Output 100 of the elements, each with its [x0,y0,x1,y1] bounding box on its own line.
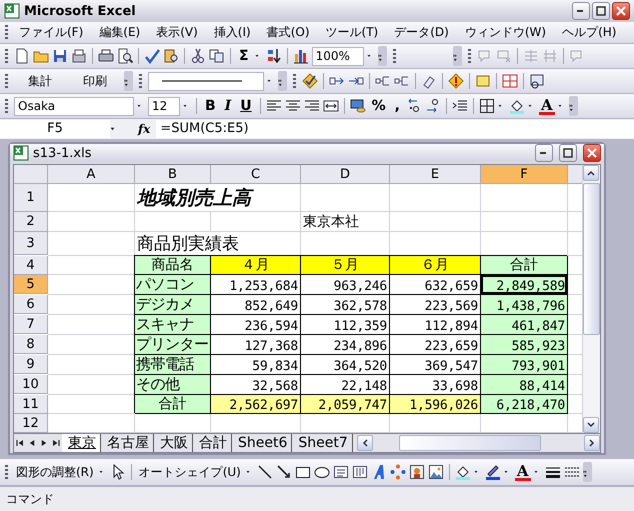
toolbar-options-button[interactable] [378,46,387,66]
new-document-icon[interactable] [14,48,30,64]
column-header[interactable]: C [211,165,301,184]
save-icon[interactable] [52,48,68,64]
text-style-button[interactable]: U [237,98,255,114]
menu-item[interactable]: ツール(T) [318,22,386,43]
menu-item[interactable]: 挿入(I) [206,22,259,43]
font-color-button[interactable]: A [514,464,530,480]
row-header[interactable]: 4 [14,256,48,275]
scrollbar-thumb[interactable] [583,183,600,335]
horizontal-scrollbar[interactable] [356,435,600,451]
document-stack-icon[interactable] [71,48,87,64]
autosum-button[interactable]: Σ [236,48,252,64]
menu-item[interactable]: ファイル(F) [11,22,92,43]
diagram-icon[interactable] [390,464,406,480]
menu-item[interactable]: 書式(O) [258,22,318,43]
minimize-button[interactable] [572,2,590,20]
toolbar-options-button[interactable] [278,71,287,91]
sheet-tab[interactable]: Sheet6 [232,434,292,452]
oval-icon[interactable] [314,464,330,480]
row-header[interactable]: 11 [14,395,48,414]
vertical-text-box-icon[interactable] [352,464,368,480]
percent-button[interactable]: % [368,98,389,114]
name-box[interactable]: F5 [0,120,110,138]
spreadsheet-icon[interactable] [13,145,29,161]
scroll-left-button[interactable] [356,435,373,451]
row-header[interactable]: 1 [14,184,48,212]
row-header[interactable]: 3 [14,232,48,255]
column-header[interactable]: F [481,165,568,184]
scrollbar-thumb[interactable] [398,435,541,451]
zoom-box[interactable]: 100% [312,46,364,66]
insert-function-button[interactable]: fx [138,122,150,136]
sheet-tab[interactable]: 大阪 [154,434,193,452]
spreadsheet-icon[interactable] [4,3,20,19]
watch-window-icon[interactable] [529,73,545,89]
copy-icon[interactable] [209,48,225,64]
line-icon[interactable] [256,464,273,480]
toolbar-button[interactable]: 印刷 [69,70,121,92]
printer-icon[interactable] [98,48,114,64]
formula-field[interactable]: =SUM(C5:E5) [156,120,634,138]
sheet-tab[interactable]: 合計 [193,434,232,452]
menu-item[interactable]: 表示(V) [148,22,206,43]
maximize-button[interactable] [592,2,610,20]
text-style-button[interactable]: I [222,98,234,114]
row-header[interactable]: 7 [14,315,48,334]
fill-color-icon[interactable] [508,98,525,114]
line-color-icon[interactable] [484,464,501,480]
column-header[interactable]: D [301,165,390,184]
toolbar-button[interactable]: 集計 [14,70,66,92]
line-style-box[interactable] [148,72,264,90]
bar-chart-icon[interactable] [292,48,309,64]
menu-item[interactable]: ウィンドウ(W) [456,22,554,43]
column-header[interactable]: B [135,165,211,184]
merge-center-icon[interactable] [322,98,339,114]
book-magnifier-icon[interactable] [163,48,179,64]
warning-diamond-icon[interactable] [448,73,464,89]
text-box-icon[interactable] [332,464,349,480]
toolbar-options-button[interactable] [124,71,133,91]
autoshapes-menu[interactable]: オートシェイプ(U) [136,462,243,482]
menu-item[interactable]: データ(D) [386,22,457,43]
error-check-icon[interactable] [302,73,318,89]
print-preview-icon[interactable] [117,48,133,64]
column-header[interactable]: A [48,165,135,184]
increase-decimal-icon[interactable] [406,98,422,114]
sort-ascending-icon[interactable] [266,48,282,64]
toolbar-options-button[interactable] [582,462,592,482]
scroll-down-button[interactable] [583,417,599,433]
borders-icon[interactable] [478,98,495,114]
row-header[interactable]: 8 [14,335,48,354]
restore-button[interactable] [559,144,577,162]
scissors-icon[interactable] [190,48,206,64]
toolbar-options-button[interactable] [452,46,462,66]
row-header[interactable]: 9 [14,355,48,374]
scroll-right-button[interactable] [584,435,600,451]
text-style-button[interactable]: B [202,98,219,114]
draw-menu[interactable]: 図形の調整(R) [14,462,96,482]
column-header[interactable]: E [390,165,481,184]
font-box[interactable]: Osaka [14,96,134,116]
comma-button[interactable]: , [392,98,403,114]
font-color-button[interactable]: A [538,98,555,114]
menu-item[interactable]: 編集(E) [91,22,148,43]
menu-item[interactable]: ヘルプ(H) [554,22,624,43]
currency-icon[interactable] [350,98,366,114]
rectangle-icon[interactable] [294,464,311,480]
picture-icon[interactable] [428,464,444,480]
sheet-tab[interactable]: Sheet7 [292,434,353,452]
font-size-box[interactable]: 12 [148,96,180,116]
sheet-tab[interactable]: 東京 [62,434,101,452]
toolbar-options-button[interactable] [568,96,578,116]
row-header[interactable]: 2 [14,212,48,232]
scroll-up-button[interactable] [583,165,599,181]
row-header[interactable]: 12 [14,414,48,433]
close-button[interactable] [583,144,601,162]
spellcheck-icon[interactable] [144,48,160,64]
note-icon[interactable] [475,73,491,89]
arrow-icon[interactable] [276,464,292,480]
vertical-scrollbar[interactable] [582,165,600,433]
decrease-decimal-icon[interactable] [424,98,441,114]
row-header[interactable]: 10 [14,375,48,394]
sheet-tab[interactable]: 名古屋 [101,434,154,452]
